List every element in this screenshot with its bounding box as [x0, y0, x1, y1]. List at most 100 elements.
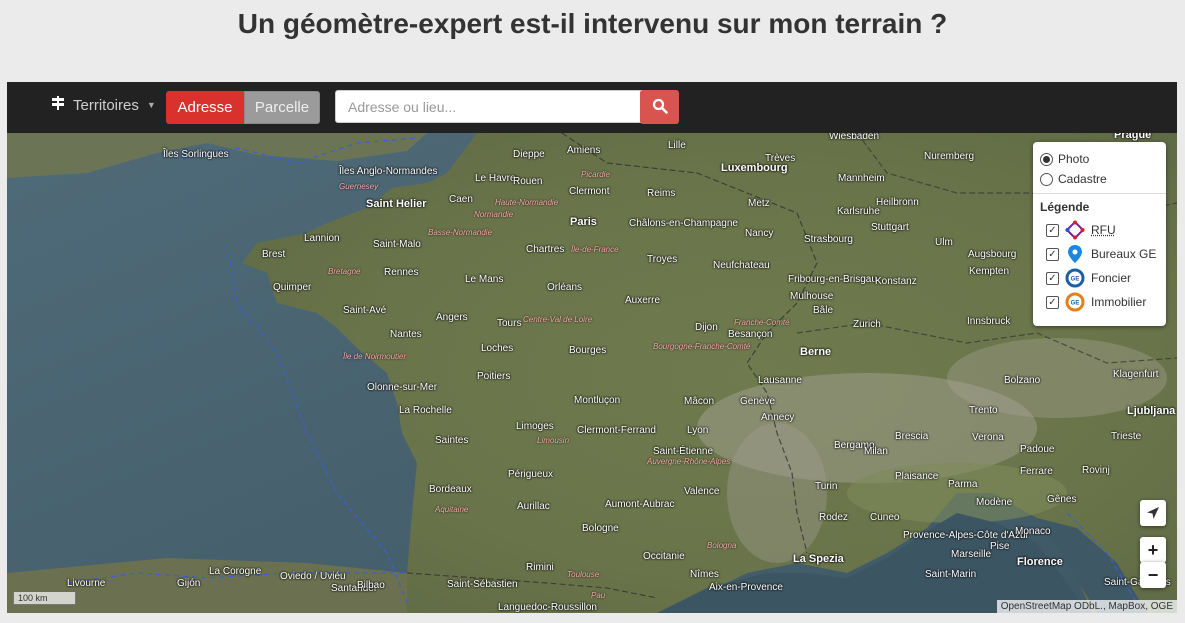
adresse-mode-button[interactable]: Adresse: [166, 91, 244, 124]
map-place-label: Nîmes: [690, 569, 719, 580]
map-place-label: Centre-Val de Loire: [523, 315, 593, 324]
map-place-label: Rouen: [513, 176, 543, 187]
cadastre-label: Cadastre: [1058, 172, 1107, 186]
location-arrow-icon: [1147, 507, 1159, 519]
base-layer-cadastre-option[interactable]: Cadastre: [1040, 172, 1107, 186]
map-place-label: Saint-Marin: [925, 569, 977, 580]
map-place-label: Olonne-sur-Mer: [367, 382, 438, 393]
map-place-label: Guernesey: [339, 182, 379, 191]
map-place-label: Bilbao: [357, 580, 385, 591]
map-place-label: Aquitaine: [435, 505, 469, 514]
map-place-label: Caen: [449, 194, 473, 205]
map-place-label: Poitiers: [477, 371, 511, 382]
legend-item-foncier[interactable]: ✓ GE Foncier: [1046, 268, 1131, 288]
map-place-label: Le Mans: [465, 274, 504, 285]
map-place-label: Trento: [969, 405, 998, 416]
map-place-label: Saint-Étienne: [653, 446, 714, 457]
map-place-label: Genève: [740, 396, 776, 407]
map-place-label: Rovinj: [1082, 465, 1110, 476]
scale-bar: 100 km: [13, 592, 76, 605]
map-place-label: Cuneo: [870, 512, 900, 523]
map-place-label: Parma: [948, 479, 978, 490]
map-place-label: Saint-Sébastien: [447, 579, 518, 590]
immobilier-checkbox[interactable]: ✓: [1046, 295, 1059, 309]
map-place-label: Bolzano: [1004, 375, 1041, 386]
parcelle-mode-button[interactable]: Parcelle: [244, 91, 320, 124]
bureaux-label: Bureaux GE: [1091, 247, 1157, 261]
map-place-label: Pise: [990, 541, 1010, 552]
territories-label: Territoires: [73, 96, 139, 114]
map-place-label: Nantes: [390, 329, 422, 340]
map-place-label: Aix-en-Provence: [709, 582, 783, 593]
map-place-label: Quimper: [273, 282, 312, 293]
search-icon: [652, 98, 668, 114]
map-frame: Îles Sorlingues Dieppe Amiens Lille Wies…: [7, 82, 1177, 613]
svg-text:GE: GE: [1071, 277, 1080, 283]
map-place-label: La Corogne: [209, 566, 262, 577]
map-place-label: La Spezia: [793, 553, 844, 565]
panel-divider: [1033, 193, 1166, 194]
map-place-label: Ferrare: [1020, 466, 1053, 477]
rfu-checkbox[interactable]: ✓: [1046, 223, 1059, 237]
map-place-label: Îles Sorlingues: [163, 149, 229, 160]
map-place-label: Strasbourg: [804, 234, 853, 245]
map-canvas[interactable]: Îles Sorlingues Dieppe Amiens Lille Wies…: [7, 129, 1177, 613]
foncier-label: Foncier: [1091, 271, 1132, 285]
map-place-label: Bâle: [813, 305, 834, 316]
map-place-label: Loches: [481, 343, 514, 354]
map-place-label: Zurich: [853, 319, 881, 330]
map-place-label: Clermont-Ferrand: [577, 425, 656, 436]
map-place-label: Nuremberg: [924, 151, 975, 162]
map-place-label: Innsbruck: [967, 316, 1011, 327]
map-place-label: Lyon: [687, 425, 709, 436]
map-place-label: Trèves: [765, 153, 796, 164]
base-layer-photo-option[interactable]: Photo: [1040, 152, 1089, 166]
map-place-label: Bologna: [707, 541, 737, 550]
map-place-label: Brest: [262, 249, 286, 260]
zoom-in-button[interactable]: +: [1140, 537, 1166, 563]
map-place-label: Îles Anglo-Normandes: [339, 166, 438, 177]
legend-item-rfu[interactable]: ✓ RFU: [1046, 220, 1116, 240]
map-place-label: Troyes: [647, 254, 678, 265]
map-place-label: Rimini: [526, 562, 554, 573]
legend-item-immobilier[interactable]: ✓ GE Immobilier: [1046, 292, 1146, 312]
caret-down-icon: ▼: [146, 100, 156, 110]
map-place-label: Saintes: [435, 435, 469, 446]
map-place-label: Orléans: [547, 282, 583, 293]
rfu-diamond-icon: [1065, 220, 1085, 240]
map-place-label: Provence-Alpes-Côte d'Azur: [903, 530, 1029, 541]
territories-dropdown[interactable]: Territoires ▼: [51, 96, 156, 114]
map-place-label: Klagenfurt: [1113, 369, 1159, 380]
address-search-input[interactable]: [335, 90, 647, 123]
immobilier-ge-icon: GE: [1065, 292, 1085, 312]
map-place-label: Neufchateau: [713, 260, 770, 271]
map-place-label: Karlsruhe: [837, 206, 880, 217]
map-place-label: Bretagne: [328, 267, 361, 276]
map-place-label: Monaco: [1015, 526, 1051, 537]
map-place-label: Verona: [972, 432, 1004, 443]
search-button[interactable]: [640, 90, 679, 124]
map-place-label: Ljubljana: [1127, 405, 1176, 417]
map-place-label: Lannion: [304, 233, 340, 244]
locate-button[interactable]: [1140, 500, 1166, 526]
foncier-checkbox[interactable]: ✓: [1046, 271, 1059, 285]
zoom-out-button[interactable]: −: [1140, 562, 1166, 588]
map-place-label: Rennes: [384, 267, 419, 278]
photo-radio[interactable]: [1040, 152, 1053, 166]
map-place-label: Toulouse: [567, 570, 600, 579]
map-place-label: Chartres: [526, 244, 565, 255]
map-place-label: Saint-Avé: [343, 305, 387, 316]
cadastre-radio[interactable]: [1040, 172, 1053, 186]
map-place-label: Turin: [815, 481, 838, 492]
map-place-label: Lausanne: [758, 375, 802, 386]
bureaux-checkbox[interactable]: ✓: [1046, 247, 1059, 261]
map-place-label: Lille: [668, 140, 686, 151]
map-place-label: Picardie: [581, 170, 610, 179]
svg-text:GE: GE: [1071, 301, 1080, 307]
rfu-label[interactable]: RFU: [1091, 223, 1116, 237]
map-place-label: Padoue: [1020, 444, 1055, 455]
map-place-label: Occitanie: [643, 551, 685, 562]
map-place-label: Périgueux: [508, 469, 554, 480]
legend-item-bureaux[interactable]: ✓ Bureaux GE: [1046, 244, 1156, 264]
map-place-label: Plaisance: [895, 471, 939, 482]
